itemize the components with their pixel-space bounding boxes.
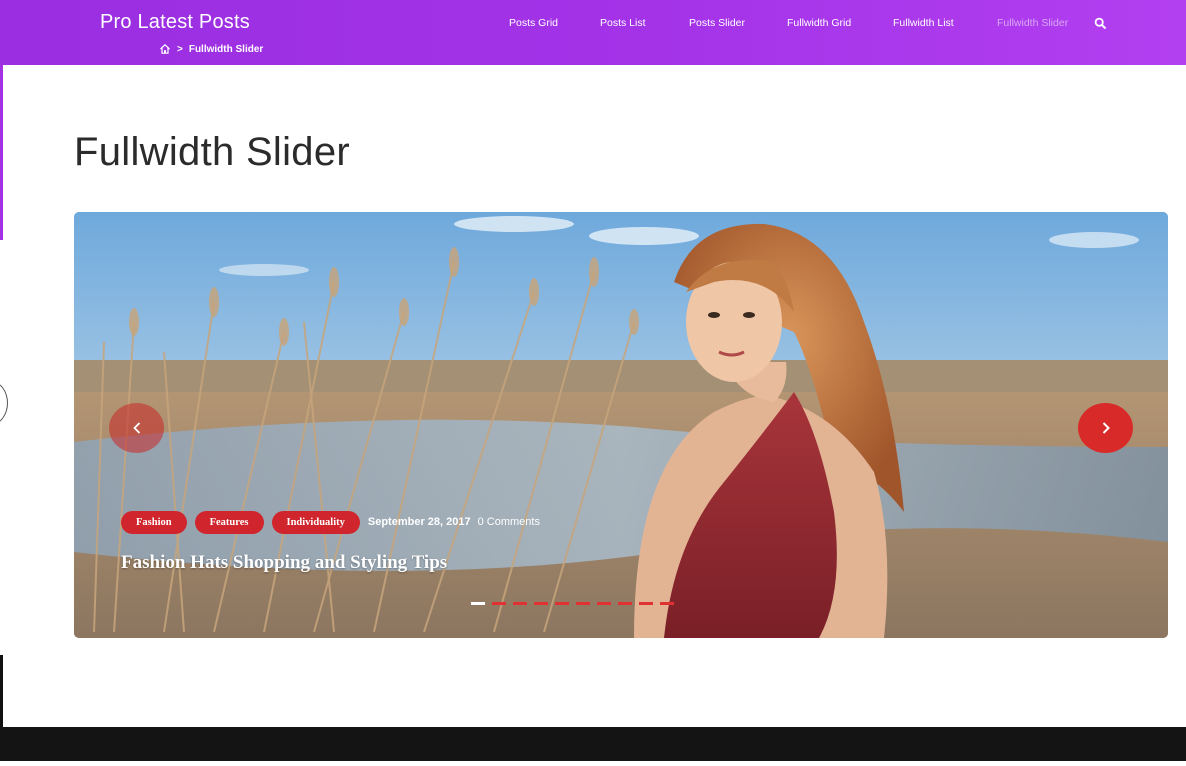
nav-item-posts-grid[interactable]: Posts Grid xyxy=(509,17,558,29)
slider-dot[interactable] xyxy=(597,602,611,605)
slider-next-button[interactable] xyxy=(1078,403,1133,453)
nav-item-fullwidth-grid[interactable]: Fullwidth Grid xyxy=(787,17,851,29)
breadcrumb-separator: > xyxy=(177,43,183,55)
home-icon[interactable] xyxy=(159,43,171,55)
tag-features[interactable]: Features xyxy=(194,510,264,534)
slider-dot[interactable] xyxy=(471,602,485,605)
tag-fashion[interactable]: Fashion xyxy=(121,510,187,534)
chevron-left-icon xyxy=(132,422,140,434)
breadcrumb-current: Fullwidth Slider xyxy=(188,43,264,55)
breadcrumb: > Fullwidth Slider xyxy=(159,42,263,56)
slider-dot[interactable] xyxy=(513,602,527,605)
post-comments-link[interactable]: 0 Comments xyxy=(478,516,540,528)
nav-item-posts-slider[interactable]: Posts Slider xyxy=(689,17,745,29)
slider-dot[interactable] xyxy=(618,602,632,605)
slide-post-title[interactable]: Fashion Hats Shopping and Styling Tips xyxy=(121,552,447,574)
tag-individuality[interactable]: Individuality xyxy=(271,510,360,534)
search-icon[interactable] xyxy=(1094,17,1107,30)
slider-dot[interactable] xyxy=(534,602,548,605)
chevron-right-icon xyxy=(1102,422,1110,434)
slider-dot[interactable] xyxy=(492,602,506,605)
left-edge-dark xyxy=(0,655,3,727)
left-edge-accent xyxy=(0,60,3,240)
posts-slider[interactable]: Fashion Features Individuality September… xyxy=(74,212,1168,638)
side-toggle-button[interactable] xyxy=(0,381,8,425)
slider-pagination xyxy=(471,602,674,605)
page-title: Fullwidth Slider xyxy=(74,130,351,174)
slider-dot[interactable] xyxy=(639,602,653,605)
slider-dot[interactable] xyxy=(576,602,590,605)
nav-item-fullwidth-list[interactable]: Fullwidth List xyxy=(893,17,954,29)
slide-background-image xyxy=(74,212,1168,638)
slider-prev-button[interactable] xyxy=(109,403,164,453)
footer-bar xyxy=(0,727,1186,761)
page: Pro Latest Posts > Fullwidth Slider Post… xyxy=(0,0,1186,766)
post-meta: Fashion Features Individuality September… xyxy=(121,510,540,534)
nav-item-posts-list[interactable]: Posts List xyxy=(600,17,646,29)
slider-dot[interactable] xyxy=(555,602,569,605)
site-header: Pro Latest Posts > Fullwidth Slider Post… xyxy=(0,0,1186,65)
post-date: September 28, 2017 xyxy=(367,516,471,528)
site-title[interactable]: Pro Latest Posts xyxy=(100,11,250,34)
nav-item-fullwidth-slider[interactable]: Fullwidth Slider xyxy=(997,17,1068,29)
slider-dot[interactable] xyxy=(660,602,674,605)
